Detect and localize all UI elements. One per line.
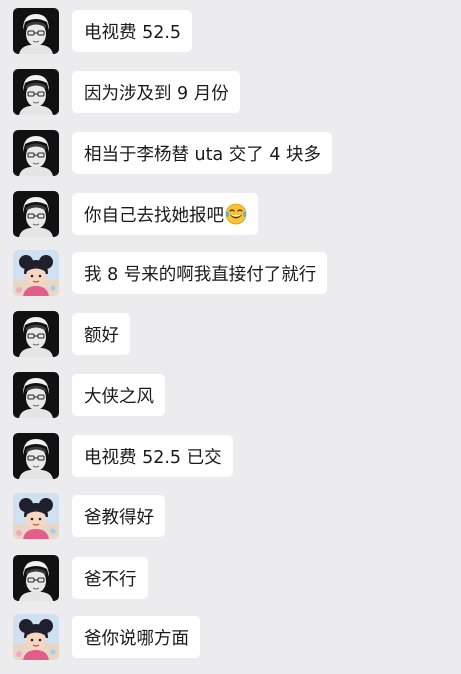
message-text: 我 8 号来的啊我直接付了就行 xyxy=(84,264,317,285)
message-text: 额好 xyxy=(84,325,119,346)
dark-avatar[interactable] xyxy=(13,8,59,54)
dark-avatar[interactable] xyxy=(13,69,59,115)
laughing-tears-emoji-icon xyxy=(225,203,247,225)
message-row: 额好 xyxy=(0,311,461,363)
message-text: 电视费 52.5 已交 xyxy=(84,447,222,468)
message-bubble[interactable]: 电视费 52.5 已交 xyxy=(72,435,233,477)
child-avatar[interactable] xyxy=(13,614,59,660)
message-text: 爸你说哪方面 xyxy=(84,628,189,649)
message-bubble[interactable]: 爸教得好 xyxy=(72,495,165,537)
message-text: 爸教得好 xyxy=(84,507,154,528)
dark-avatar[interactable] xyxy=(13,555,59,601)
message-row: 相当于李杨替 uta 交了 4 块多 xyxy=(0,130,461,182)
chat-message-list: 电视费 52.5 因为涉及到 9 月份 相当于李杨替 uta 交了 4 块多 你… xyxy=(0,0,461,674)
message-text: 因为涉及到 9 月份 xyxy=(84,83,229,104)
message-text: 你自己去找她报吧 xyxy=(84,205,224,226)
message-bubble[interactable]: 相当于李杨替 uta 交了 4 块多 xyxy=(72,132,333,174)
message-row: 爸你说哪方面 xyxy=(0,614,461,666)
dark-avatar[interactable] xyxy=(13,372,59,418)
dark-avatar[interactable] xyxy=(13,130,59,176)
message-text: 大侠之风 xyxy=(84,386,154,407)
message-bubble[interactable]: 爸你说哪方面 xyxy=(72,616,200,658)
dark-avatar[interactable] xyxy=(13,191,59,237)
message-bubble[interactable]: 额好 xyxy=(72,313,130,355)
message-row: 因为涉及到 9 月份 xyxy=(0,69,461,121)
message-row: 电视费 52.5 已交 xyxy=(0,433,461,485)
message-text: 相当于李杨替 uta 交了 4 块多 xyxy=(84,144,322,165)
message-row: 我 8 号来的啊我直接付了就行 xyxy=(0,250,461,302)
message-bubble[interactable]: 大侠之风 xyxy=(72,374,165,416)
message-bubble[interactable]: 爸不行 xyxy=(72,557,148,599)
message-row: 大侠之风 xyxy=(0,372,461,424)
message-row: 电视费 52.5 xyxy=(0,8,461,60)
message-text: 电视费 52.5 xyxy=(84,22,182,43)
child-avatar[interactable] xyxy=(13,493,59,539)
message-text: 爸不行 xyxy=(84,569,137,590)
message-bubble[interactable]: 我 8 号来的啊我直接付了就行 xyxy=(72,252,328,294)
message-bubble[interactable]: 因为涉及到 9 月份 xyxy=(72,71,240,113)
dark-avatar[interactable] xyxy=(13,311,59,357)
message-bubble[interactable]: 你自己去找她报吧 xyxy=(72,193,258,235)
message-row: 爸教得好 xyxy=(0,493,461,545)
child-avatar[interactable] xyxy=(13,250,59,296)
dark-avatar[interactable] xyxy=(13,433,59,479)
message-bubble[interactable]: 电视费 52.5 xyxy=(72,10,193,52)
message-row: 爸不行 xyxy=(0,555,461,607)
message-row: 你自己去找她报吧 xyxy=(0,191,461,243)
